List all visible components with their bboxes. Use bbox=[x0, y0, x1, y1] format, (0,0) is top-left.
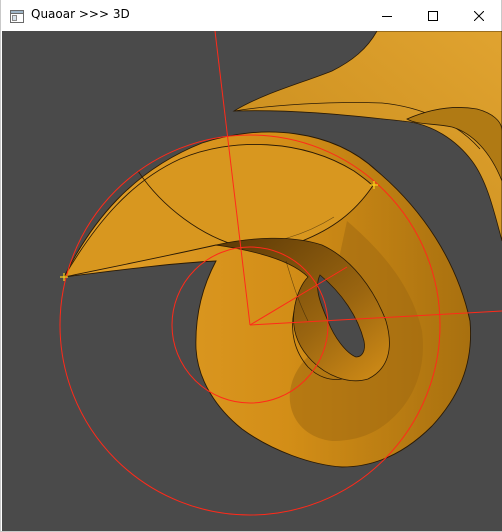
close-icon bbox=[473, 6, 485, 25]
title-bar[interactable]: Quaoar >>> 3D bbox=[1, 0, 501, 31]
minimize-icon bbox=[382, 6, 392, 25]
app-window: Quaoar >>> 3D bbox=[0, 0, 502, 532]
window-app-icon[interactable] bbox=[10, 8, 24, 23]
3d-viewport[interactable] bbox=[2, 31, 502, 531]
maximize-icon bbox=[428, 6, 438, 25]
window-title: Quaoar >>> 3D bbox=[31, 7, 130, 21]
3d-scene[interactable] bbox=[2, 31, 502, 531]
minimize-button[interactable] bbox=[364, 0, 410, 31]
close-button[interactable] bbox=[456, 0, 502, 31]
maximize-button[interactable] bbox=[410, 0, 456, 31]
